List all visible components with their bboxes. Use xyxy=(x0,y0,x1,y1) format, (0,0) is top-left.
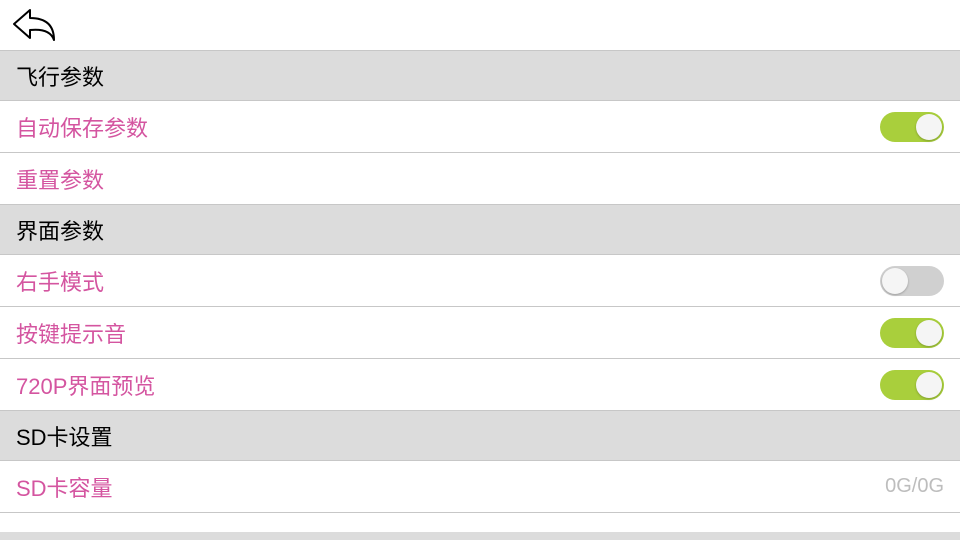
toggle-knob xyxy=(916,114,942,140)
toggle-720p-preview[interactable] xyxy=(880,370,944,400)
toggle-knob xyxy=(882,268,908,294)
row-label: 按键提示音 xyxy=(16,317,126,349)
topbar xyxy=(0,0,960,50)
row-label: 720P界面预览 xyxy=(16,369,155,401)
section-title: 界面参数 xyxy=(16,214,104,246)
section-title: 飞行参数 xyxy=(16,60,104,92)
row-label: 自动保存参数 xyxy=(16,111,148,143)
row-auto-save[interactable]: 自动保存参数 xyxy=(0,100,960,152)
row-720p-preview[interactable]: 720P界面预览 xyxy=(0,358,960,410)
toggle-knob xyxy=(916,372,942,398)
toggle-knob xyxy=(916,320,942,346)
section-header-flight: 飞行参数 xyxy=(0,50,960,100)
section-header-interface: 界面参数 xyxy=(0,204,960,254)
back-arrow-icon[interactable] xyxy=(10,6,56,44)
row-sd-capacity[interactable]: SD卡容量 0G/0G xyxy=(0,460,960,512)
row-key-sound[interactable]: 按键提示音 xyxy=(0,306,960,358)
toggle-key-sound[interactable] xyxy=(880,318,944,348)
row-reset-params[interactable]: 重置参数 xyxy=(0,152,960,204)
toggle-right-hand[interactable] xyxy=(880,266,944,296)
row-label: 右手模式 xyxy=(16,265,104,297)
row-label: SD卡容量 xyxy=(16,471,113,503)
row-right-hand-mode[interactable]: 右手模式 xyxy=(0,254,960,306)
sd-capacity-value: 0G/0G xyxy=(885,475,944,498)
toggle-auto-save[interactable] xyxy=(880,112,944,142)
section-title: SD卡设置 xyxy=(16,420,113,452)
next-row-peek xyxy=(0,512,960,532)
settings-screen: 飞行参数 自动保存参数 重置参数 界面参数 右手模式 按键提示音 720P界面预… xyxy=(0,0,960,540)
row-label: 重置参数 xyxy=(16,163,104,195)
section-header-sd: SD卡设置 xyxy=(0,410,960,460)
